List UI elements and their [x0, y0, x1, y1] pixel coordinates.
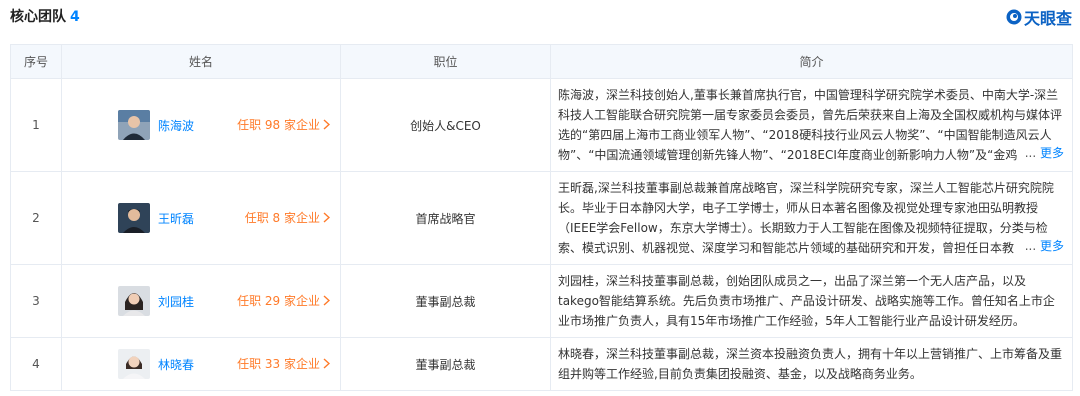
section-title-text: 核心团队: [10, 9, 66, 25]
table-header-row: 序号 姓名 职位 简介: [10, 44, 1073, 79]
intro-text: 林晓春，深兰科技董事副总裁，深兰资本投融资负责人，拥有十年以上营销推广、上市筹备…: [558, 347, 1063, 381]
position-cell: 创始人&CEO: [340, 78, 551, 172]
person-name-link[interactable]: 王昕磊: [158, 210, 194, 227]
person-photo-icon: [118, 286, 150, 316]
intro-cell: 王昕磊,深兰科技董事副总裁兼首席战略官，深兰科学院研究专家，深兰人工智能芯片研究…: [550, 171, 1073, 265]
column-header-position: 职位: [340, 44, 551, 79]
position-cell: 董事副总裁: [340, 264, 551, 338]
tenure-text: 任职 8 家企业: [244, 211, 320, 225]
tenure-link[interactable]: 任职 33 家企业: [237, 355, 330, 372]
tenure-text: 任职 98 家企业: [237, 118, 320, 132]
avatar[interactable]: [118, 349, 150, 379]
more-link-text[interactable]: 更多: [1040, 239, 1064, 253]
tianyancha-logo-icon: [1006, 9, 1022, 25]
person-photo-icon: [118, 203, 150, 233]
intro-text: 王昕磊,深兰科技董事副总裁兼首席战略官，深兰科学院研究专家，深兰人工智能芯片研究…: [558, 181, 1054, 255]
position-cell: 董事副总裁: [340, 337, 551, 391]
name-cell: 林晓春 任职 33 家企业: [61, 337, 341, 391]
name-cell: 陈海波 任职 98 家企业: [61, 78, 341, 172]
brand-name: 天眼查: [1023, 9, 1072, 28]
column-header-intro: 简介: [550, 44, 1073, 79]
person-photo-icon: [118, 110, 150, 140]
team-count-badge: 4: [70, 9, 80, 25]
row-index: 1: [10, 78, 62, 172]
tenure-link[interactable]: 任职 29 家企业: [237, 292, 330, 309]
person-photo-icon: [118, 349, 150, 379]
name-cell: 刘园桂 任职 29 家企业: [61, 264, 341, 338]
core-team-table: 序号 姓名 职位 简介 1 陈海波 任职 98 家企业 创始人&CEO 陈海波，…: [10, 44, 1073, 391]
row-index: 2: [10, 171, 62, 265]
person-name-link[interactable]: 林晓春: [158, 356, 194, 373]
section-title: 核心团队 4: [10, 6, 80, 26]
more-link-text[interactable]: 更多: [1040, 146, 1064, 160]
chevron-right-icon: [323, 119, 330, 130]
name-cell: 王昕磊 任职 8 家企业: [61, 171, 341, 265]
tenure-text: 任职 33 家企业: [237, 357, 320, 371]
position-cell: 首席战略官: [340, 171, 551, 265]
avatar[interactable]: [118, 203, 150, 233]
avatar[interactable]: [118, 110, 150, 140]
chevron-right-icon: [323, 212, 330, 223]
row-index: 3: [10, 264, 62, 338]
tenure-link[interactable]: 任职 98 家企业: [237, 116, 330, 133]
ellipsis: ...: [1024, 146, 1037, 160]
chevron-right-icon: [323, 358, 330, 369]
column-header-index: 序号: [10, 44, 62, 79]
intro-cell: 刘园桂，深兰科技董事副总裁，创始团队成员之一，出品了深兰第一个无人店产品，以及t…: [550, 264, 1073, 338]
table-row: 1 陈海波 任职 98 家企业 创始人&CEO 陈海波，深兰科技创始人,董事长兼…: [10, 78, 1073, 172]
table-row: 2 王昕磊 任职 8 家企业 首席战略官 王昕磊,深兰科技董事副总裁兼首席战略官…: [10, 171, 1073, 265]
tenure-link[interactable]: 任职 8 家企业: [245, 209, 330, 226]
intro-cell: 林晓春，深兰科技董事副总裁，深兰资本投融资负责人，拥有十年以上营销推广、上市筹备…: [550, 337, 1073, 391]
chevron-right-icon: [323, 295, 330, 306]
more-link[interactable]: ... 更多: [1020, 236, 1064, 256]
person-name-link[interactable]: 陈海波: [158, 117, 194, 134]
table-row: 3 刘园桂 任职 29 家企业 董事副总裁 刘园桂，深兰科技董事副总裁，创始团队…: [10, 264, 1073, 338]
column-header-name: 姓名: [61, 44, 341, 79]
person-name-link[interactable]: 刘园桂: [158, 293, 194, 310]
tenure-text: 任职 29 家企业: [237, 294, 320, 308]
brand-logo[interactable]: 天眼查: [1006, 5, 1072, 29]
section-header: 核心团队 4 天眼查: [10, 4, 1072, 30]
table-row: 4 林晓春 任职 33 家企业 董事副总裁 林晓春，深兰科技董事副总裁，深兰资本…: [10, 337, 1073, 391]
intro-text: 刘园桂，深兰科技董事副总裁，创始团队成员之一，出品了深兰第一个无人店产品，以及t…: [558, 274, 1055, 328]
row-index: 4: [10, 337, 62, 391]
ellipsis: ...: [1024, 239, 1037, 253]
avatar[interactable]: [118, 286, 150, 316]
intro-cell: 陈海波，深兰科技创始人,董事长兼首席执行官，中国管理科学研究院学术委员、中南大学…: [550, 78, 1073, 172]
more-link[interactable]: ... 更多: [1020, 143, 1064, 163]
intro-text: 陈海波，深兰科技创始人,董事长兼首席执行官，中国管理科学研究院学术委员、中南大学…: [558, 88, 1063, 162]
